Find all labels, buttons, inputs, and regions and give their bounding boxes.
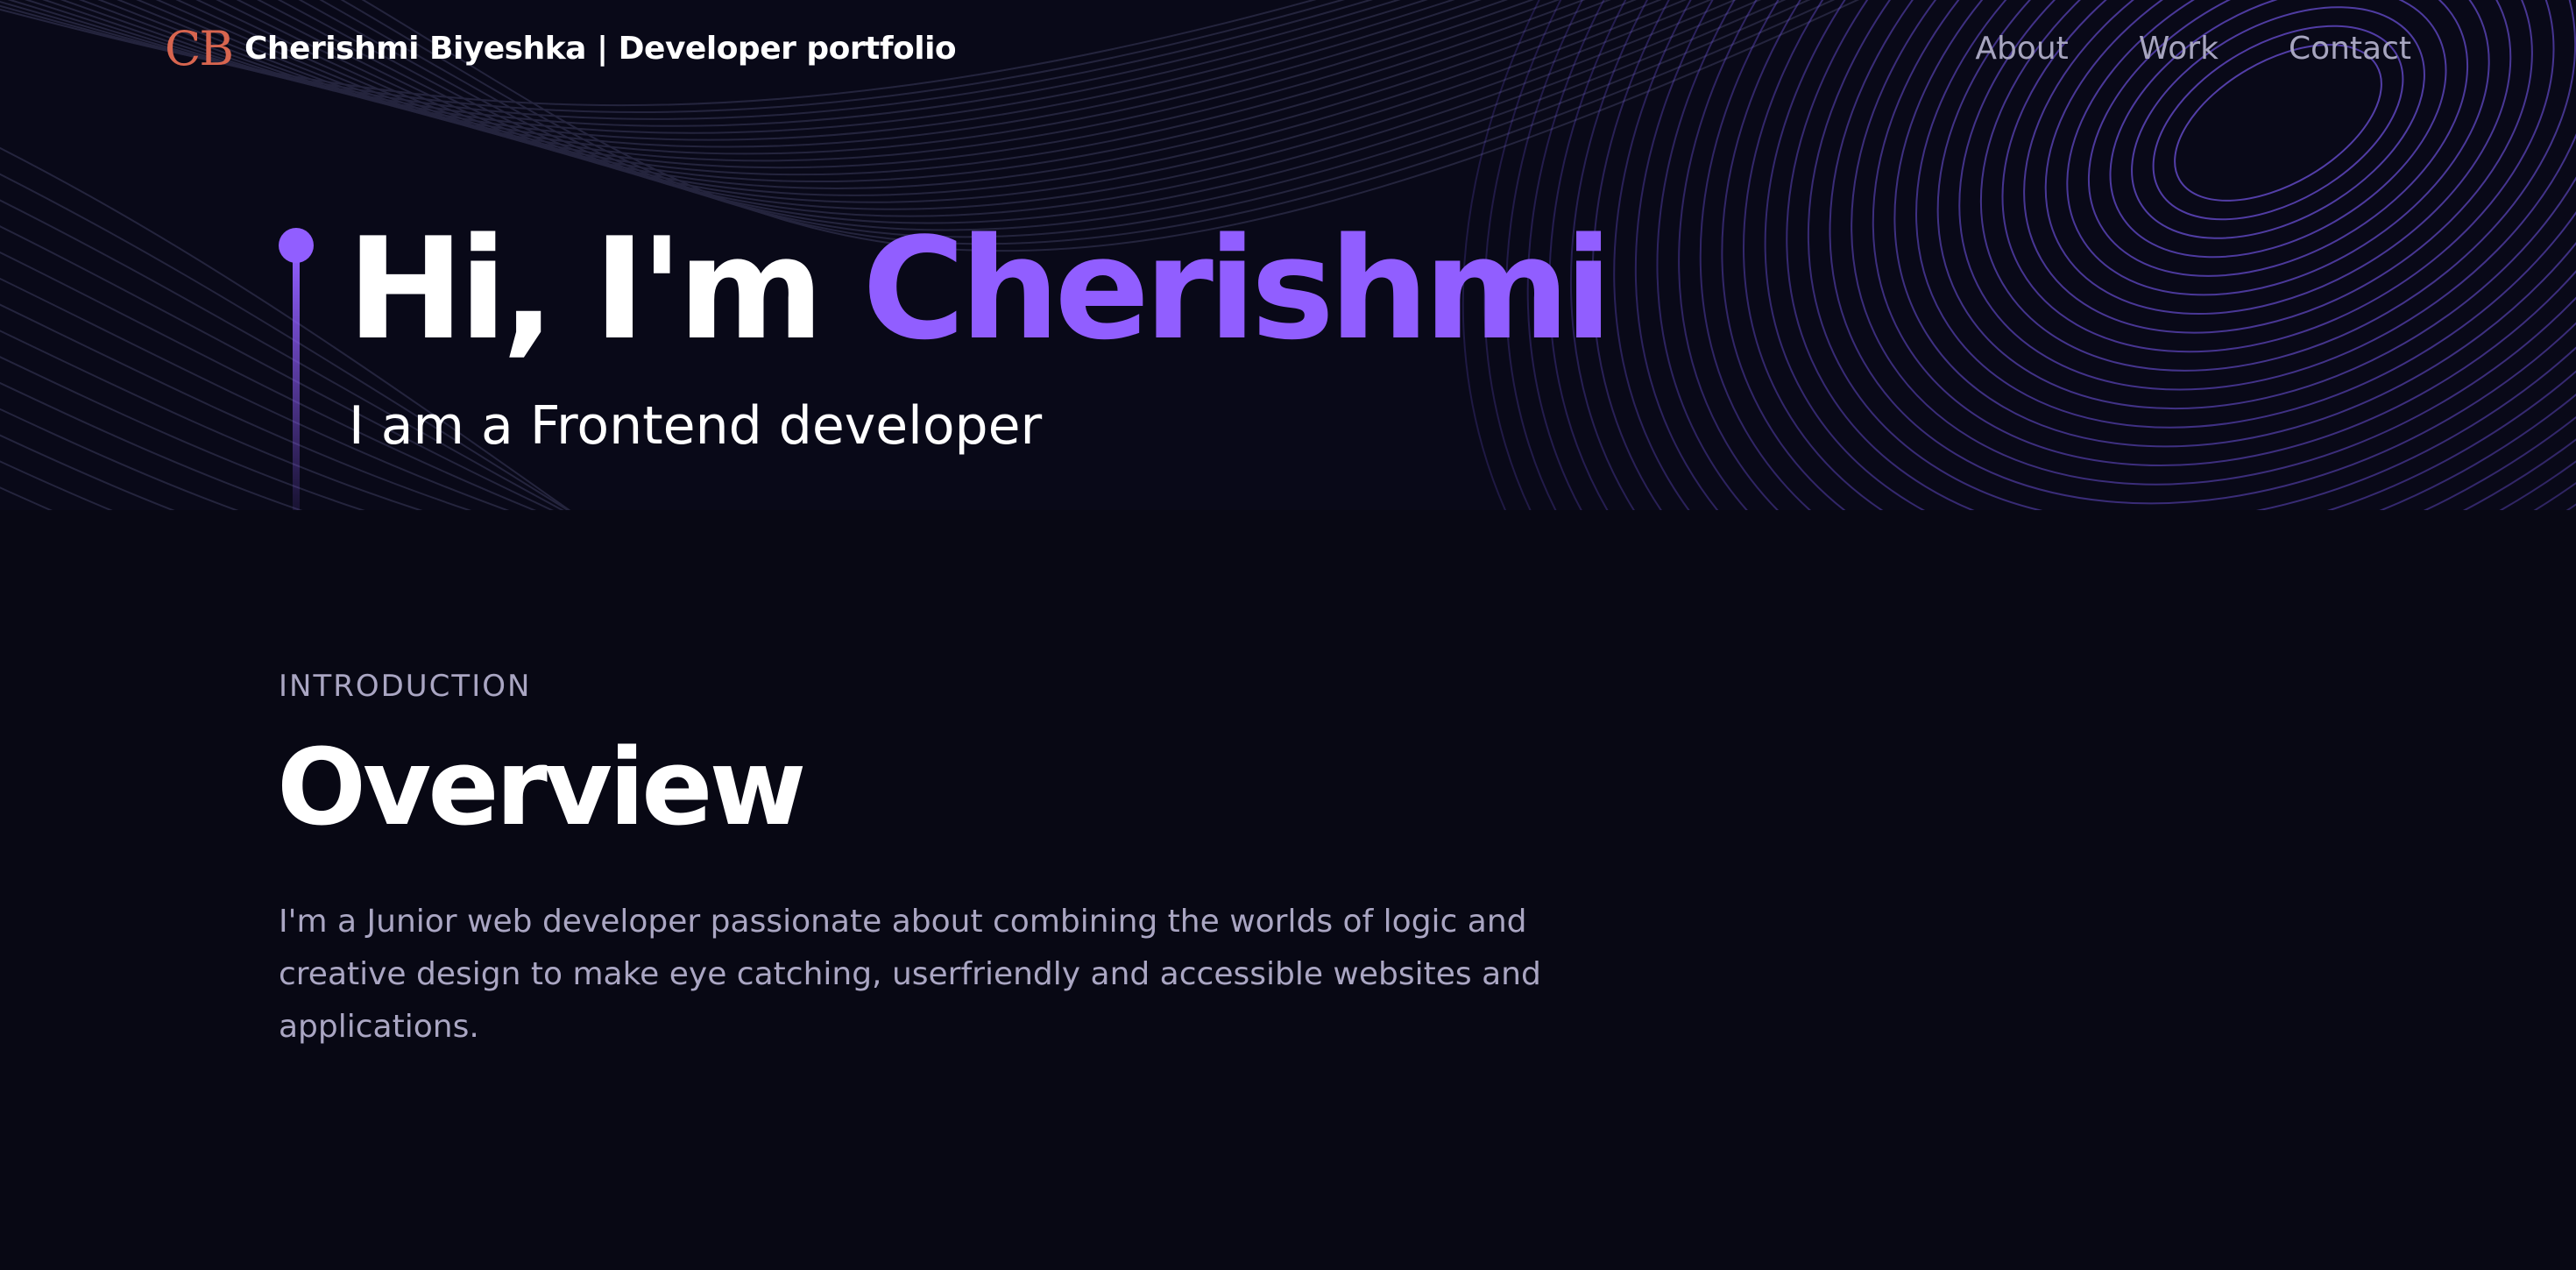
hero-section: CB Cherishmi Biyeshka | Developer portfo… (0, 0, 2576, 510)
overview-text: I'm a Junior web developer passionate ab… (279, 904, 1541, 1045)
nav-link-contact[interactable]: Contact (2289, 25, 2411, 74)
hero-accent-line (279, 228, 314, 510)
hero-title: Hi, I'm Cherishmi (347, 207, 1612, 371)
hero-name: Cherishmi (862, 207, 1612, 371)
nav-links: About Work Contact (1975, 25, 2411, 74)
logo-mark: CB (165, 21, 234, 76)
nav-link-work[interactable]: Work (2139, 25, 2219, 74)
section-title: Overview (277, 727, 806, 849)
nav-link-about[interactable]: About (1975, 25, 2068, 74)
navbar: CB Cherishmi Biyeshka | Developer portfo… (0, 0, 2576, 98)
logo-link[interactable]: CB Cherishmi Biyeshka | Developer portfo… (165, 21, 957, 76)
hero-subtitle: I am a Frontend developer (349, 395, 1043, 457)
section-eyebrow: INTRODUCTION (279, 669, 532, 704)
hero-greeting: Hi, I'm (347, 207, 863, 371)
site-title: Cherishmi Biyeshka | Developer portfolio (244, 31, 957, 67)
